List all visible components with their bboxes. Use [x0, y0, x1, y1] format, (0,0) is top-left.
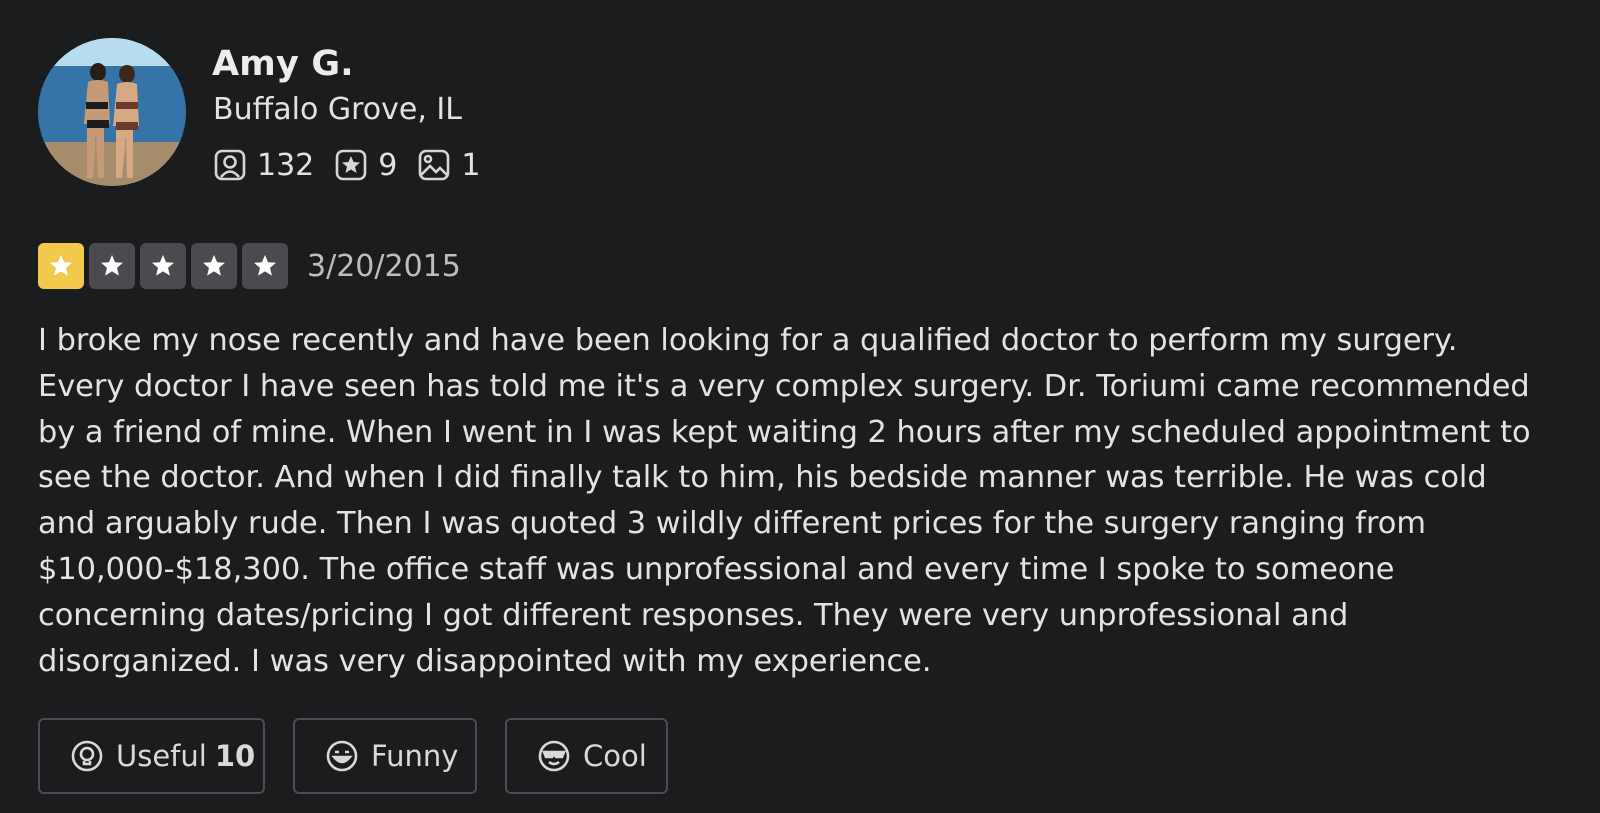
- cool-sunglasses-icon: [537, 739, 571, 773]
- review-date: 3/20/2015: [307, 248, 461, 284]
- funny-label: Funny: [371, 739, 459, 773]
- useful-count: 10: [214, 739, 256, 773]
- review-star-icon: [334, 148, 368, 182]
- avatar-photo: [38, 38, 186, 186]
- star-3: [140, 243, 186, 289]
- star-rating: 3/20/2015: [38, 243, 461, 289]
- friends-icon: [213, 148, 247, 182]
- star-4: [191, 243, 237, 289]
- stat-friends: 132: [213, 148, 314, 183]
- stat-photos: 1: [417, 148, 480, 183]
- funny-face-icon: [325, 739, 359, 773]
- star-icon: [101, 255, 123, 276]
- user-avatar[interactable]: [38, 38, 186, 186]
- user-stats: 132 9 1: [213, 146, 500, 184]
- star-2: [89, 243, 135, 289]
- star-icon: [203, 255, 225, 276]
- star-icon: [152, 255, 174, 276]
- funny-button[interactable]: Funny: [293, 718, 477, 794]
- review-card: Amy G. Buffalo Grove, IL 132 9 1 3/20/20…: [0, 0, 1600, 813]
- star-icon: [254, 255, 276, 276]
- star-1: [38, 243, 84, 289]
- star-icon: [50, 255, 72, 276]
- stat-reviews: 9: [334, 148, 397, 183]
- reaction-buttons: Useful 10 Funny Cool: [38, 718, 696, 794]
- useful-bulb-icon: [70, 739, 104, 773]
- star-5: [242, 243, 288, 289]
- reviews-count: 9: [378, 147, 398, 183]
- photo-icon: [417, 148, 451, 182]
- friends-count: 132: [257, 147, 315, 183]
- useful-button[interactable]: Useful 10: [38, 718, 265, 794]
- photos-count: 1: [461, 147, 481, 183]
- user-location: Buffalo Grove, IL: [213, 92, 462, 127]
- review-text: I broke my nose recently and have been l…: [38, 323, 1531, 679]
- user-name[interactable]: Amy G.: [212, 44, 354, 84]
- cool-button[interactable]: Cool: [505, 718, 668, 794]
- useful-label: Useful: [116, 739, 207, 773]
- cool-label: Cool: [583, 739, 647, 773]
